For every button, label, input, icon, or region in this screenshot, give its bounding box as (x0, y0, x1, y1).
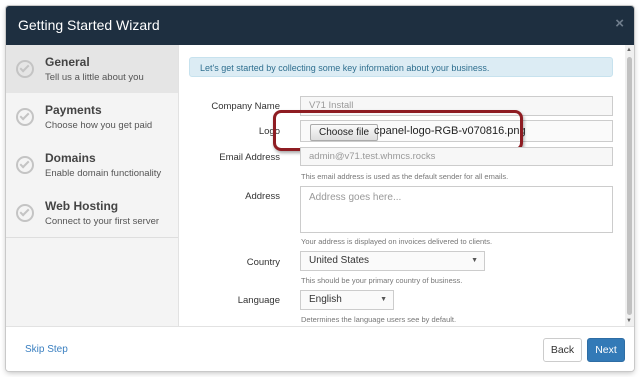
country-selected-value: United States (309, 255, 370, 266)
language-select[interactable]: English ▼ (300, 290, 394, 310)
check-circle-icon (16, 204, 34, 222)
email-address-label: Email Address (219, 152, 280, 163)
scroll-up-icon[interactable]: ▲ (626, 47, 632, 53)
modal-footer: Skip Step Back Next (6, 326, 634, 371)
step-title: Payments (45, 103, 102, 117)
step-description: Choose how you get paid (45, 120, 153, 131)
language-label: Language (237, 295, 280, 306)
country-select[interactable]: United States ▼ (300, 251, 485, 271)
email-help-text: This email address is used as the defaul… (301, 172, 509, 181)
company-name-label: Company Name (211, 101, 280, 112)
check-circle-icon (16, 60, 34, 78)
close-icon[interactable]: × (615, 15, 624, 32)
check-circle-icon (16, 108, 34, 126)
form-content: Let's get started by collecting some key… (179, 45, 626, 326)
step-domains[interactable]: Domains Enable domain functionality (6, 141, 178, 190)
country-label: Country (246, 257, 280, 268)
back-button[interactable]: Back (543, 338, 582, 362)
next-button[interactable]: Next (587, 338, 625, 362)
email-address-input[interactable]: admin@v71.test.whmcs.rocks (300, 147, 613, 166)
wizard-steps-sidebar: General Tell us a little about you Payme… (6, 45, 179, 326)
skip-step-link[interactable]: Skip Step (25, 344, 68, 355)
scroll-down-icon[interactable]: ▼ (626, 318, 632, 324)
content-scrollbar[interactable]: ▲ ▼ (625, 45, 634, 326)
check-circle-icon (16, 156, 34, 174)
step-title: General (45, 55, 90, 69)
step-general[interactable]: General Tell us a little about you (6, 45, 178, 94)
info-alert: Let's get started by collecting some key… (189, 57, 613, 77)
language-selected-value: English (309, 294, 342, 305)
modal-header: Getting Started Wizard × (6, 6, 634, 45)
step-description: Tell us a little about you (45, 72, 144, 83)
dropdown-arrow-icon: ▼ (471, 257, 478, 264)
logo-label: Logo (258, 126, 280, 137)
dropdown-arrow-icon: ▼ (380, 296, 387, 303)
country-help-text: This should be your primary country of b… (301, 276, 463, 285)
highlight-callout (273, 110, 523, 151)
step-title: Domains (45, 151, 96, 165)
step-title: Web Hosting (45, 199, 119, 213)
language-help-text: Determines the language users see by def… (301, 315, 457, 324)
address-label: Address (245, 191, 280, 202)
scrollbar-thumb[interactable] (627, 57, 632, 315)
step-description: Enable domain functionality (45, 168, 162, 179)
wizard-modal: Getting Started Wizard × General Tell us… (6, 6, 634, 371)
modal-title: Getting Started Wizard (18, 17, 160, 33)
address-textarea[interactable]: Address goes here... (300, 186, 613, 233)
address-help-text: Your address is displayed on invoices de… (301, 237, 493, 246)
step-web-hosting[interactable]: Web Hosting Connect to your first server (6, 189, 178, 238)
step-description: Connect to your first server (45, 216, 160, 227)
step-payments[interactable]: Payments Choose how you get paid (6, 93, 178, 142)
